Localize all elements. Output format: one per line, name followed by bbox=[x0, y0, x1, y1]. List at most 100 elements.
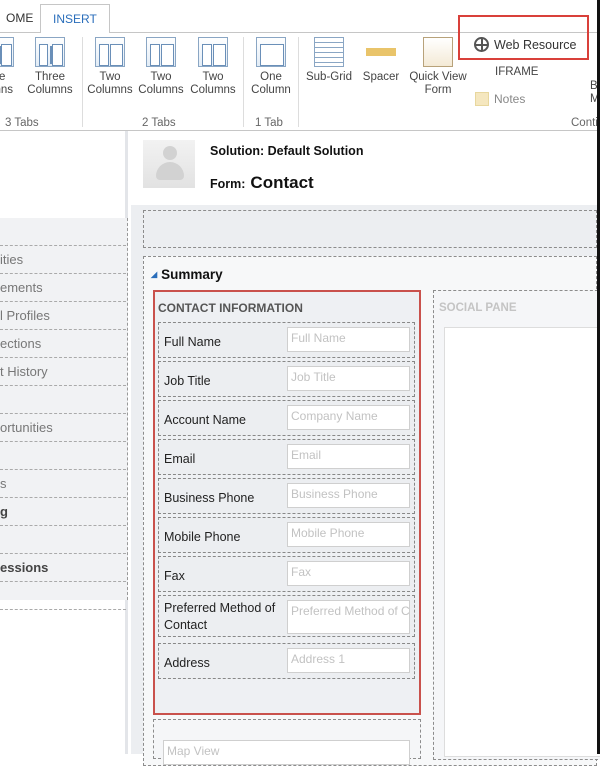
divider bbox=[82, 37, 83, 127]
button-label: ee bbox=[0, 71, 6, 83]
tab-insert[interactable]: INSERT bbox=[40, 4, 110, 34]
field-input[interactable]: Business Phone bbox=[287, 483, 410, 508]
sidebar-item[interactable]: s bbox=[0, 470, 126, 498]
sidebar-item[interactable]: ities bbox=[0, 246, 126, 274]
three-columns-icon bbox=[0, 37, 14, 67]
field-input[interactable]: Preferred Method of C bbox=[287, 600, 410, 634]
web-resource-label: Web Resource bbox=[494, 37, 577, 52]
field-input[interactable]: Full Name bbox=[287, 327, 410, 352]
notes-label: Notes bbox=[494, 92, 526, 106]
divider bbox=[298, 37, 299, 127]
field-input[interactable]: Mobile Phone bbox=[287, 522, 410, 547]
field-input[interactable]: Fax bbox=[287, 561, 410, 586]
one-column-icon bbox=[256, 37, 286, 67]
group-label: Conti bbox=[571, 117, 598, 129]
button-label: One bbox=[260, 71, 282, 83]
field-input[interactable]: Job Title bbox=[287, 366, 410, 391]
field-input[interactable]: Company Name bbox=[287, 405, 410, 430]
button-label: Spacer bbox=[362, 71, 400, 83]
map-view-field[interactable]: Map View bbox=[163, 740, 410, 765]
field-label: Preferred Method of Contact bbox=[164, 601, 276, 632]
globe-icon bbox=[474, 37, 489, 52]
notes-button[interactable]: Notes bbox=[475, 92, 525, 106]
field-label: Mobile Phone bbox=[164, 529, 241, 544]
button-label: Columns bbox=[190, 84, 236, 96]
navigation-panel: ities ements l Profiles ections t History ort… bbox=[0, 218, 128, 610]
divider bbox=[243, 37, 244, 127]
section-header: CONTACT INFORMATION bbox=[158, 301, 303, 315]
form-name: Contact bbox=[250, 173, 314, 192]
tab-home[interactable]: OME bbox=[0, 4, 45, 34]
button-label: umns bbox=[0, 84, 14, 96]
field-input[interactable]: Email bbox=[287, 444, 410, 469]
two-columns-button[interactable]: Two Columns bbox=[187, 37, 239, 97]
two-columns-button[interactable]: Two Columns bbox=[84, 37, 136, 97]
field-row[interactable]: Business Phone Business Phone bbox=[158, 478, 415, 514]
button-label: Sub-Grid bbox=[305, 71, 353, 83]
sidebar-item[interactable]: ections bbox=[0, 330, 126, 358]
group-label: 3 Tabs bbox=[5, 117, 39, 129]
two-columns-icon bbox=[198, 37, 228, 67]
spacer-button[interactable]: Spacer bbox=[355, 37, 407, 84]
sidebar-item[interactable]: essions bbox=[0, 554, 126, 582]
iframe-button[interactable]: IFRAME bbox=[495, 66, 538, 78]
sidebar-item[interactable]: g bbox=[0, 498, 126, 526]
button-label: Columns bbox=[27, 84, 73, 96]
notes-icon bbox=[475, 92, 489, 106]
sub-grid-button[interactable]: Sub-Grid bbox=[303, 37, 355, 84]
solution-label: Solution: Default Solution bbox=[210, 144, 364, 158]
summary-tab-header[interactable]: ◢ Summary bbox=[151, 267, 223, 282]
sidebar-item[interactable] bbox=[0, 386, 126, 414]
social-pane-content bbox=[444, 327, 600, 757]
field-row[interactable]: Fax Fax bbox=[158, 556, 415, 592]
two-columns-icon bbox=[146, 37, 176, 67]
two-columns-button[interactable]: Two Columns bbox=[135, 37, 187, 97]
field-row[interactable]: Full Name Full Name bbox=[158, 322, 415, 358]
sidebar-item[interactable] bbox=[0, 218, 126, 246]
sidebar-item[interactable]: ements bbox=[0, 274, 126, 302]
two-columns-icon bbox=[95, 37, 125, 67]
button-label: Column bbox=[251, 84, 291, 96]
field-row[interactable]: Preferred Method of Contact Preferred Met… bbox=[158, 595, 415, 637]
three-columns-icon bbox=[35, 37, 65, 67]
header-section[interactable] bbox=[143, 210, 597, 248]
group-label: 1 Tab bbox=[255, 117, 283, 129]
field-row[interactable]: Mobile Phone Mobile Phone bbox=[158, 517, 415, 553]
field-label: Job Title bbox=[164, 373, 211, 388]
form-header bbox=[131, 131, 597, 205]
ribbon: eeumns ThreeColumns 3 Tabs TwoColumns Tw… bbox=[0, 15, 600, 131]
button-label: Two bbox=[202, 71, 224, 83]
button-label: Form bbox=[424, 84, 452, 96]
one-column-button[interactable]: One Column bbox=[245, 37, 297, 97]
field-row[interactable]: Job Title Job Title bbox=[158, 361, 415, 397]
button-label: Columns bbox=[87, 84, 133, 96]
field-row[interactable]: Email Email bbox=[158, 439, 415, 475]
summary-title: Summary bbox=[161, 267, 223, 282]
field-row[interactable]: Address Address 1 bbox=[158, 643, 415, 679]
sidebar-item[interactable] bbox=[0, 442, 126, 470]
three-columns-button[interactable]: eeumns bbox=[0, 37, 25, 97]
button-label: Columns bbox=[138, 84, 184, 96]
collapse-triangle-icon: ◢ bbox=[151, 270, 158, 279]
field-label: Full Name bbox=[164, 334, 221, 349]
subgrid-icon bbox=[314, 37, 344, 67]
field-row[interactable]: Account Name Company Name bbox=[158, 400, 415, 436]
sidebar-item[interactable] bbox=[0, 526, 126, 554]
field-label: Business Phone bbox=[164, 490, 255, 505]
sidebar-item[interactable]: t History bbox=[0, 358, 126, 386]
web-resource-button[interactable]: Web Resource bbox=[474, 37, 576, 52]
field-input[interactable]: Address 1 bbox=[287, 648, 410, 673]
button-label: Two bbox=[150, 71, 172, 83]
field-label: Address bbox=[164, 655, 210, 670]
field-label: Account Name bbox=[164, 412, 246, 427]
sidebar-item[interactable] bbox=[0, 582, 126, 610]
sidebar-item[interactable]: l Profiles bbox=[0, 302, 126, 330]
sidebar-item[interactable]: ortunities bbox=[0, 414, 126, 442]
contact-avatar bbox=[143, 140, 195, 188]
social-pane-label: SOCIAL PANE bbox=[439, 302, 517, 314]
quick-view-form-icon bbox=[423, 37, 453, 67]
three-columns-button[interactable]: Three Columns bbox=[24, 37, 76, 97]
spacer-icon bbox=[366, 37, 396, 67]
group-label: 2 Tabs bbox=[142, 117, 176, 129]
button-label: Two bbox=[99, 71, 121, 83]
